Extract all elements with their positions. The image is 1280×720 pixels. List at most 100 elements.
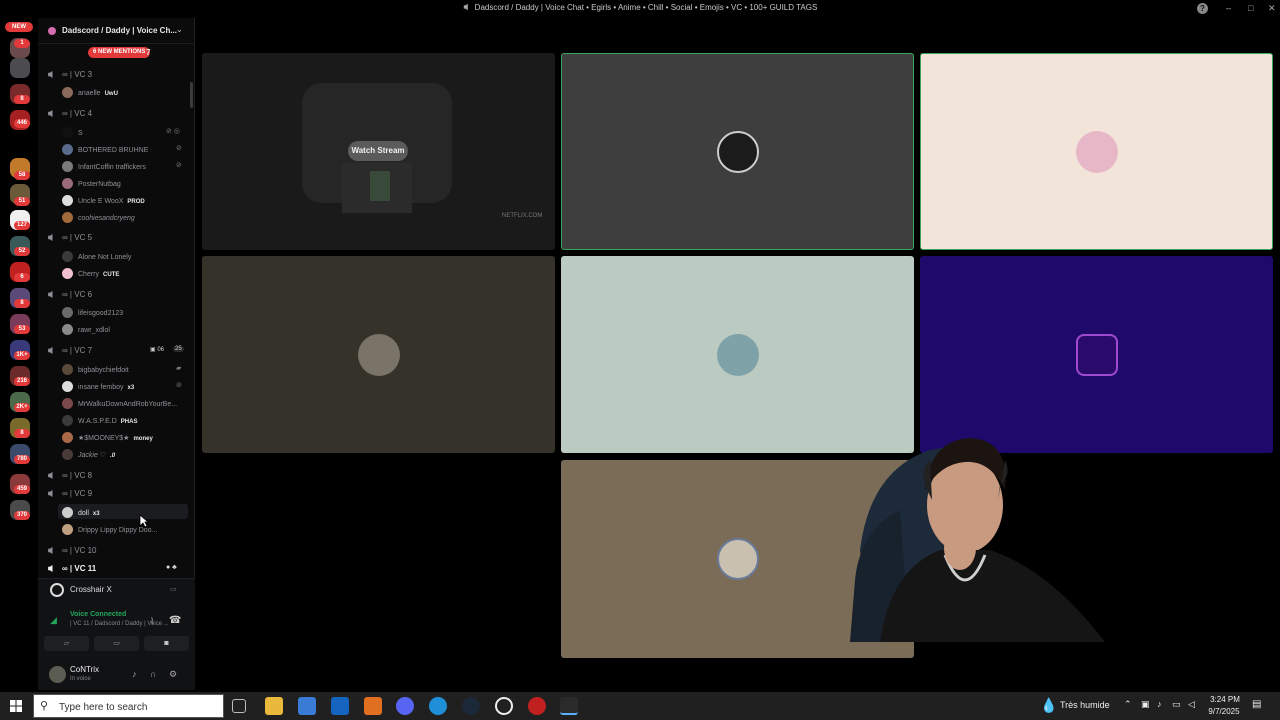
voice-user[interactable]: coohiesandcryeng (62, 212, 135, 223)
participant-tile[interactable] (920, 53, 1273, 250)
chevron-up-icon[interactable]: ⌃ (1124, 699, 1132, 710)
voice-user[interactable]: Jackie ♡ .0 (62, 449, 115, 460)
app-icon[interactable] (528, 697, 546, 715)
voice-channel-vc11[interactable]: ∞ | VC 11 (48, 564, 96, 573)
app-icon[interactable] (560, 697, 578, 715)
watch-stream-button[interactable]: Watch Stream (348, 141, 408, 161)
speaker-icon (48, 291, 53, 298)
file-explorer-icon[interactable] (265, 697, 283, 715)
maximize-button[interactable]: □ (1248, 3, 1253, 13)
avatar (62, 415, 73, 426)
voice-channel-vc3[interactable]: ∞ | VC 3 (48, 70, 92, 79)
gear-icon[interactable]: ⚙ (169, 669, 177, 680)
app-icon[interactable] (495, 697, 513, 715)
voice-user[interactable]: InfantCoffin traffickers (62, 161, 146, 172)
unread-badge: 1 (14, 39, 30, 48)
voice-user[interactable]: insane femboy x3 (62, 381, 134, 392)
task-view-icon[interactable] (232, 699, 246, 713)
username[interactable]: CoNTrix (70, 665, 99, 674)
tray-icon[interactable]: ▣ (1141, 699, 1150, 710)
camera-button[interactable]: ▱ (44, 636, 89, 651)
activity-icon[interactable]: ▭ (170, 585, 177, 593)
help-icon[interactable]: ? (1197, 3, 1208, 14)
avatar (716, 130, 759, 173)
guild-tag: x3 (92, 511, 100, 517)
avatar (357, 333, 400, 376)
avatar (62, 398, 73, 409)
chevron-down-icon[interactable]: ⌄ (176, 25, 183, 34)
activities-button[interactable]: ◙ (144, 636, 189, 651)
new-mentions-pill[interactable]: 6 NEW MENTIONS (88, 47, 151, 58)
voice-channel-vc8[interactable]: ∞ | VC 8 (48, 471, 92, 480)
speaker-icon (48, 71, 53, 78)
voice-channel-vc9[interactable]: ∞ | VC 9 (48, 489, 92, 498)
voice-channel-vc10[interactable]: ∞ | VC 10 (48, 546, 96, 555)
discord-icon[interactable] (396, 697, 414, 715)
voice-user[interactable]: doll x3 (62, 507, 100, 518)
speaker-icon (48, 565, 53, 572)
windows-start-icon[interactable] (10, 700, 22, 712)
voice-user[interactable]: ★$MOONEY$★ money (62, 432, 153, 443)
unread-badge: 6 (14, 273, 30, 282)
notifications-icon[interactable]: ▤ (1252, 699, 1261, 710)
sidebar-scrollbar[interactable] (190, 82, 193, 108)
microphone-icon[interactable]: ♪ (1157, 699, 1162, 709)
participant-tile[interactable] (561, 256, 914, 453)
avatar (62, 449, 73, 460)
voice-user[interactable]: MrWalkuDownAndRobYourBe... (62, 398, 177, 409)
disconnect-icon[interactable]: ☎ (169, 615, 181, 626)
voice-user[interactable]: BOTHERED BRUHNE (62, 144, 148, 155)
voice-user[interactable]: W.A.S.P.E.D PHAS (62, 415, 137, 426)
stream-watermark: NETFLIX.COM (502, 213, 543, 219)
voice-user[interactable]: S (62, 127, 83, 138)
guild-tag: UwU (104, 91, 118, 97)
headphones-icon[interactable]: ∩ (150, 669, 156, 679)
clock-date[interactable]: 9/7/2025 (1206, 707, 1242, 716)
avatar[interactable] (49, 666, 66, 683)
screen-share-button[interactable]: ▭ (94, 636, 139, 651)
participant-tile[interactable] (561, 53, 914, 250)
outlook-icon[interactable] (331, 697, 349, 715)
network-icon[interactable]: ▭ (1172, 699, 1181, 710)
minimize-button[interactable]: – (1226, 3, 1231, 13)
voice-user[interactable]: Alone Not Lonely (62, 251, 131, 262)
voice-user[interactable]: anaelle UwU (62, 87, 118, 98)
app-icon[interactable] (364, 697, 382, 715)
noise-suppression-icon[interactable]: ⌇ (150, 616, 154, 627)
chat-icon[interactable]: ● ♣ (166, 564, 177, 571)
participant-tile[interactable] (202, 256, 555, 453)
steam-icon[interactable] (462, 697, 480, 715)
unread-badge: 52 (14, 247, 30, 256)
stream-tile[interactable]: Watch Stream NETFLIX.COM (202, 53, 555, 250)
weather-text[interactable]: Très humide (1060, 700, 1110, 710)
speaker-icon (48, 347, 53, 354)
voice-user[interactable]: lifeisgood2123 (62, 307, 123, 318)
participant-tile[interactable] (920, 256, 1273, 453)
avatar (62, 524, 73, 535)
voice-user[interactable]: rawr_xdlol (62, 324, 110, 335)
store-icon[interactable] (298, 697, 316, 715)
guild-header[interactable]: Dadscord / Daddy | Voice Ch... ⌄ (38, 18, 195, 44)
voice-channel-vc4[interactable]: ∞ | VC 4 (48, 109, 92, 118)
voice-channel-vc6[interactable]: ∞ | VC 6 (48, 290, 92, 299)
edge-icon[interactable] (429, 697, 447, 715)
voice-channel-vc5[interactable]: ∞ | VC 5 (48, 233, 92, 242)
guild-tag: PHAS (120, 419, 138, 425)
voice-user[interactable]: Cherry CUTE (62, 268, 119, 279)
voice-user[interactable]: PosterNutbag (62, 178, 121, 189)
microphone-icon[interactable]: ♪ (132, 669, 137, 679)
unread-badge: 459 (14, 485, 30, 494)
unread-badge: 1K+ (14, 351, 30, 360)
user-status: In voice (70, 676, 91, 682)
server-icon[interactable] (10, 58, 30, 78)
voice-channel-vc7[interactable]: ∞ | VC 7 (48, 346, 92, 355)
clock-time[interactable]: 3:24 PM (1208, 695, 1242, 704)
video-count-badge: ▣ 06 (150, 347, 165, 353)
taskbar-search[interactable]: ⚲ Type here to search (33, 694, 224, 718)
voice-user[interactable]: Uncle E WooX PROD (62, 195, 145, 206)
new-badge: NEW (5, 22, 33, 32)
volume-icon[interactable]: ◁ (1188, 699, 1195, 710)
close-button[interactable]: ✕ (1268, 3, 1276, 14)
voice-connected-label[interactable]: Voice Connected (70, 611, 126, 618)
voice-user[interactable]: bigbabychiefdoit (62, 364, 129, 375)
